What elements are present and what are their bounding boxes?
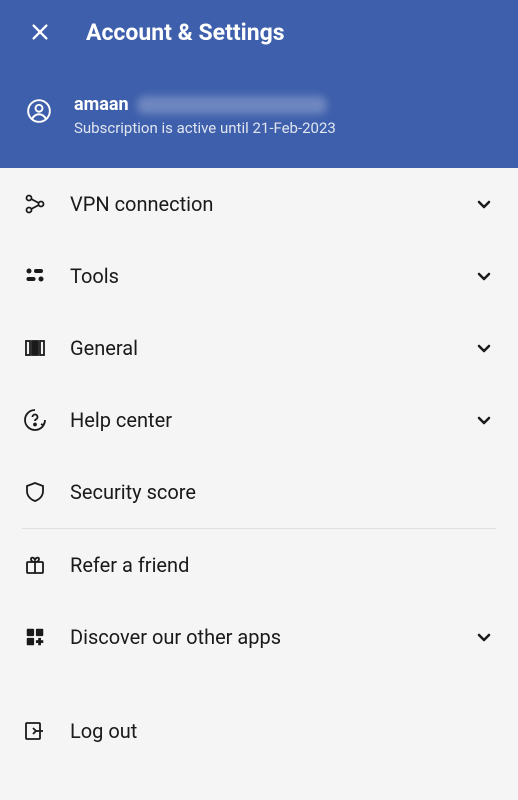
menu-item-security[interactable]: Security score <box>22 456 496 528</box>
menu-label: General <box>70 336 450 360</box>
user-name: amaan <box>74 94 129 115</box>
menu-label: Log out <box>70 719 496 743</box>
page-title: Account & Settings <box>86 19 285 46</box>
help-icon <box>23 408 47 432</box>
user-email-redacted <box>137 96 327 114</box>
user-row[interactable]: amaan Subscription is active until 21-Fe… <box>20 94 498 137</box>
vpn-icon <box>23 192 47 216</box>
menu-label: Discover our other apps <box>70 625 450 649</box>
menu-label: VPN connection <box>70 192 450 216</box>
menu-item-discover[interactable]: Discover our other apps <box>22 601 496 673</box>
chevron-down-icon <box>472 336 496 360</box>
general-icon <box>23 336 47 360</box>
logout-icon <box>23 719 47 743</box>
chevron-down-icon <box>472 192 496 216</box>
menu-item-refer[interactable]: Refer a friend <box>22 529 496 601</box>
user-icon <box>26 98 52 124</box>
chevron-down-icon <box>472 625 496 649</box>
menu: VPN connection Tools General <box>0 168 518 767</box>
chevron-down-icon <box>472 408 496 432</box>
menu-label: Security score <box>70 480 496 504</box>
menu-item-tools[interactable]: Tools <box>22 240 496 312</box>
shield-icon <box>23 480 47 504</box>
apps-icon <box>24 626 46 648</box>
close-button[interactable] <box>26 18 54 46</box>
menu-label: Tools <box>70 264 450 288</box>
header: Account & Settings amaan Subscription is… <box>0 0 518 168</box>
gift-icon <box>23 553 47 577</box>
user-info: amaan Subscription is active until 21-Fe… <box>74 94 498 137</box>
menu-item-vpn[interactable]: VPN connection <box>22 168 496 240</box>
tools-icon <box>23 264 47 288</box>
menu-item-help[interactable]: Help center <box>22 384 496 456</box>
close-icon <box>29 21 51 43</box>
menu-label: Help center <box>70 408 450 432</box>
chevron-down-icon <box>472 264 496 288</box>
menu-item-logout[interactable]: Log out <box>22 695 496 767</box>
subscription-status: Subscription is active until 21-Feb-2023 <box>74 119 498 137</box>
header-top: Account & Settings <box>20 18 498 46</box>
menu-item-general[interactable]: General <box>22 312 496 384</box>
menu-label: Refer a friend <box>70 553 496 577</box>
